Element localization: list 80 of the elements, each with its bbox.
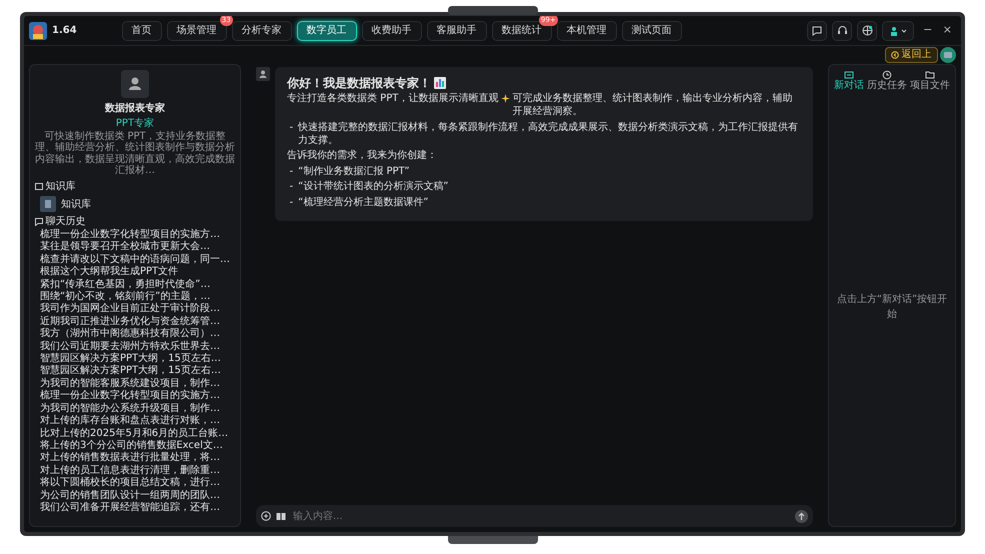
assistant-description: 可快速制作数据类 PPT，支持业务数据整理、辅助经营分析、统计图表制作与数据分析内容输出，数据呈现清晰直观，高效完成数据汇报材… xyxy=(35,130,235,176)
app-logo xyxy=(29,22,47,40)
nav-tab[interactable]: 收费助手 xyxy=(362,20,422,40)
history-item[interactable]: 紧扣“传承红色基因，勇担时代使命”… xyxy=(40,278,235,292)
history-item[interactable]: 我们公司准备开展经营智能追踪，还有… xyxy=(40,502,235,514)
nav-tab[interactable]: 测试页面 xyxy=(622,20,682,40)
avatar-icon xyxy=(121,70,149,98)
panel-tab[interactable]: 项目文件 xyxy=(910,70,950,92)
history-item[interactable]: 对上传的员工信息表进行清理，删除重… xyxy=(40,464,235,478)
history-item[interactable]: 对上传的库存台账和盘点表进行对账，… xyxy=(40,415,235,428)
chart-icon xyxy=(434,77,446,89)
history-item[interactable]: 对上传的销售数据表进行批量处理，将… xyxy=(40,452,235,465)
list-text: “设计带统计图表的分析演示文稿” xyxy=(298,180,448,193)
list-text: “制作业务数据汇报 PPT” xyxy=(298,164,410,178)
list-marker: - xyxy=(290,120,294,134)
knowledge-item[interactable]: 知识库 xyxy=(61,196,91,212)
history-item[interactable]: 我司作为国网企业目前正处于审计阶段… xyxy=(40,303,235,316)
history-item[interactable]: 为公司的销售团队设计一组两周的团队… xyxy=(40,490,235,502)
panel-tab[interactable]: 历史任务 xyxy=(867,70,907,92)
bot-avatar-icon xyxy=(256,66,270,80)
history-item[interactable]: 智慧园区解决方案PPT大纲，15页左右… xyxy=(40,365,235,378)
nav-tab[interactable]: 本机管理 xyxy=(556,20,617,40)
user-icon xyxy=(890,26,898,36)
message-title: 你好！我是数据报表专家！ xyxy=(287,76,431,90)
caret-icon xyxy=(900,28,907,32)
list-marker: - xyxy=(290,196,294,208)
history-item[interactable]: 梳理一份企业数字化转型项目的实施方… xyxy=(40,390,235,403)
clock-icon xyxy=(882,70,892,80)
chat-icon xyxy=(844,70,854,80)
history-item[interactable]: 近期我司正推进业务优化与资金统筹管… xyxy=(40,316,235,328)
history-item[interactable]: 将以下圆桶校长的项目总结文稿，进行… xyxy=(40,477,235,490)
history-item[interactable]: 将上传的3个分公司的销售数据Excel文… xyxy=(40,440,235,452)
list-marker: - xyxy=(290,180,294,193)
prompt-text: 告诉我你的需求，我来为你创建： xyxy=(287,149,438,162)
add-icon[interactable] xyxy=(261,511,271,521)
history-item[interactable]: 梳查并请改以下文稿中的语病问题，同一… xyxy=(40,254,235,266)
history-item[interactable]: 比对上传的2025年5月和6月的员工台账… xyxy=(40,428,235,440)
history-item[interactable]: 为我司的智能客服系统建设项目，制作… xyxy=(40,378,235,390)
nav-tab[interactable]: 分析专家 xyxy=(232,20,292,40)
headset-icon[interactable] xyxy=(832,20,852,40)
history-item[interactable]: 我们公司近期要去湖州方特欢乐世界去… xyxy=(40,340,235,354)
empty-hint: 点击上方“新对话”按钮开始 xyxy=(836,292,948,322)
chat-icon xyxy=(35,218,43,226)
send-icon[interactable] xyxy=(795,510,808,522)
intro-text: 可完成业务数据整理、统计图表制作，输出专业分析内容，辅助开展经营洞察。 xyxy=(512,92,794,118)
intro-text: 专注打造各类数据类 PPT，让数据展示清晰直观 xyxy=(287,92,498,105)
message-input[interactable]: 输入内容... xyxy=(291,508,790,524)
message-bar[interactable]: 输入内容... xyxy=(256,505,813,527)
assistant-name: 数据报表专家 xyxy=(104,101,166,116)
nav-tab[interactable]: 客服助手 xyxy=(426,20,487,40)
back-icon xyxy=(891,51,899,59)
user-menu-button[interactable] xyxy=(882,20,914,40)
nav-tab[interactable]: 数字员工 xyxy=(296,20,357,40)
history-item[interactable]: 为我司的智能办公系统升级项目，制作… xyxy=(40,402,235,416)
history-item[interactable]: 我方（湖州市中阁德惠科技有限公司）… xyxy=(40,328,235,341)
history-item[interactable]: 智慧园区解决方案PPT大纲，15页左右… xyxy=(40,353,235,366)
close-button[interactable]: × xyxy=(938,22,956,39)
assistant-bubble-icon[interactable] xyxy=(940,47,956,63)
list-text: 快速搭建完整的数据汇报材料，每条紧跟制作流程，高效完成成果展示、数据分析类演示文稿，为工作汇报提供有力支撑。 xyxy=(298,120,800,146)
folder-icon xyxy=(925,70,935,80)
panel-tab[interactable]: 新对话 xyxy=(834,70,864,92)
nav-tab[interactable]: 场景管理 xyxy=(166,20,227,40)
nav-tab[interactable]: 数据统计 xyxy=(492,20,552,40)
assistant-role: PPT专家 xyxy=(114,116,156,130)
section-heading: 知识库 xyxy=(46,180,76,194)
globe-icon[interactable] xyxy=(857,20,878,40)
sparkle-icon xyxy=(500,94,510,103)
nav-tab[interactable]: 首页 xyxy=(122,20,162,40)
list-text: “梳理经营分析主题数据课件” xyxy=(298,196,428,208)
chat-icon[interactable] xyxy=(807,20,828,40)
history-item[interactable]: 围绕“初心不改，铭刻前行”的主题，… xyxy=(40,291,235,304)
list-marker: - xyxy=(290,164,294,178)
minimize-button[interactable]: − xyxy=(919,22,936,39)
history-item[interactable]: 某往是领导要召开全校城市更新大会… xyxy=(40,241,235,254)
history-item[interactable]: 根据这个大纲帮我生成PPT文件 xyxy=(40,266,235,279)
version-label: 1.64 xyxy=(52,24,77,38)
back-button[interactable]: 返回上 xyxy=(885,47,938,63)
history-item[interactable]: 梳理一份企业数字化转型项目的实施方… xyxy=(40,229,235,242)
document-icon xyxy=(40,196,56,212)
section-heading: 聊天历史 xyxy=(46,214,86,228)
